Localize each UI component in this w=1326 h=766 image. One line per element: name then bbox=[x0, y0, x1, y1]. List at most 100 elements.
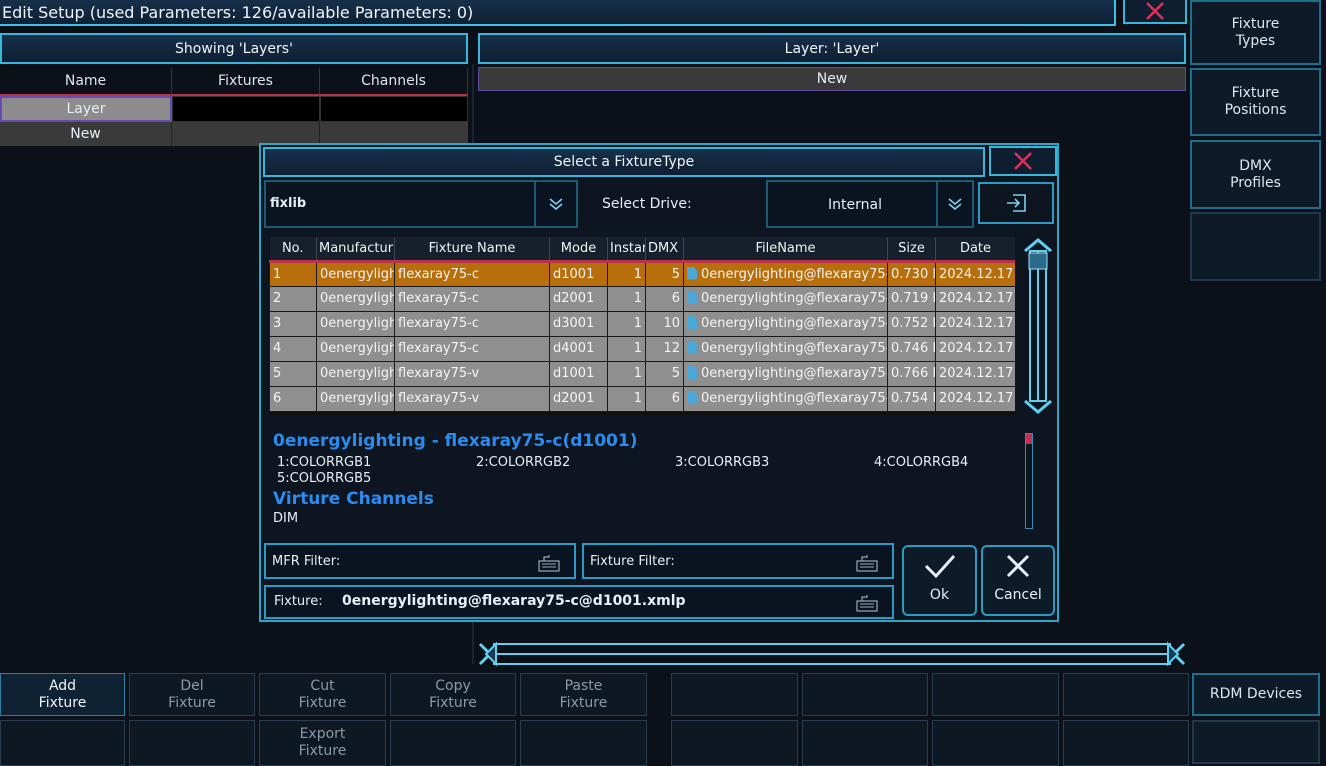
table-row[interactable]: 5 0energylight flexaray75-v d1001 1 5 0energyl… bbox=[269, 360, 1015, 387]
cell-filename[interactable]: 0energylighting@flexaray75- bbox=[683, 260, 888, 287]
cell-manufacturer[interactable]: 0energylight bbox=[316, 360, 395, 387]
cell-date[interactable]: 2024.12.17 bbox=[935, 260, 1015, 287]
cell-manufacturer[interactable]: 0energylight bbox=[316, 310, 395, 337]
cell-date[interactable]: 2024.12.17 bbox=[935, 285, 1015, 312]
cell-dmx[interactable]: 5 bbox=[645, 360, 684, 387]
column-header-manufacturer[interactable]: Manufactur bbox=[316, 237, 395, 263]
column-header-size[interactable]: Size bbox=[887, 237, 936, 263]
cell-filename[interactable]: 0energylighting@flexaray75- bbox=[683, 360, 888, 387]
cell-instances[interactable]: 1 bbox=[607, 385, 646, 412]
cell-date[interactable]: 2024.12.17 bbox=[935, 385, 1015, 412]
column-header-dmx[interactable]: DMX F bbox=[645, 237, 684, 263]
cut-fixture-button[interactable]: Cut Fixture bbox=[259, 673, 386, 716]
cell-date[interactable]: 2024.12.17 bbox=[935, 310, 1015, 337]
cell-mode[interactable]: d2001 bbox=[549, 385, 608, 412]
column-header-instances[interactable]: Instar bbox=[607, 237, 646, 263]
column-header-fixture-name[interactable]: Fixture Name bbox=[394, 237, 550, 263]
table-vertical-scrollbar[interactable] bbox=[1021, 237, 1055, 415]
cell-fixture-name[interactable]: flexaray75-v bbox=[394, 360, 550, 387]
cell-size[interactable]: 0.766 K bbox=[887, 360, 936, 387]
cell-filename[interactable]: 0energylighting@flexaray75- bbox=[683, 285, 888, 312]
cell-fixture-name[interactable]: flexaray75-c bbox=[394, 335, 550, 362]
cell-dmx[interactable]: 6 bbox=[645, 285, 684, 312]
info-scrollbar[interactable] bbox=[1025, 433, 1033, 529]
sidebar-item-fixture-types[interactable]: Fixture Types bbox=[1190, 0, 1321, 65]
cell-instances[interactable]: 1 bbox=[607, 335, 646, 362]
column-header-mode[interactable]: Mode bbox=[549, 237, 608, 263]
keyboard-icon[interactable] bbox=[856, 554, 878, 572]
cell-fixture-name[interactable]: flexaray75-c bbox=[394, 285, 550, 312]
cell-instances[interactable]: 1 bbox=[607, 260, 646, 287]
cell-filename[interactable]: 0energylighting@flexaray75- bbox=[683, 310, 888, 337]
cell-mode[interactable]: d3001 bbox=[549, 310, 608, 337]
cell-dmx[interactable]: 10 bbox=[645, 310, 684, 337]
copy-fixture-button[interactable]: Copy Fixture bbox=[390, 673, 516, 716]
cell-date[interactable]: 2024.12.17 bbox=[935, 335, 1015, 362]
table-row[interactable]: 3 0energylight flexaray75-c d3001 1 10 0energy… bbox=[269, 310, 1015, 337]
cell-size[interactable]: 0.752 K bbox=[887, 310, 936, 337]
cell-no[interactable]: 6 bbox=[269, 385, 317, 412]
window-close-button[interactable] bbox=[1123, 0, 1187, 24]
cell-fixture-name[interactable]: flexaray75-c bbox=[394, 310, 550, 337]
cell-instances[interactable]: 1 bbox=[607, 310, 646, 337]
cancel-button[interactable]: Cancel bbox=[981, 545, 1055, 616]
column-header-name[interactable]: Name bbox=[0, 68, 172, 96]
cell-size[interactable]: 0.746 K bbox=[887, 335, 936, 362]
cell-no[interactable]: 4 bbox=[269, 335, 317, 362]
library-dropdown-button[interactable] bbox=[534, 182, 576, 226]
table-row[interactable]: 6 0energylight flexaray75-v d2001 1 6 0energyl… bbox=[269, 385, 1015, 412]
cell-mode[interactable]: d2001 bbox=[549, 285, 608, 312]
cell-manufacturer[interactable]: 0energylight bbox=[316, 335, 395, 362]
mfr-filter-input[interactable]: MFR Filter: bbox=[264, 543, 576, 579]
cell-dmx[interactable]: 12 bbox=[645, 335, 684, 362]
column-header-filename[interactable]: FileName bbox=[683, 237, 888, 263]
cell-filename[interactable]: 0energylighting@flexaray75- bbox=[683, 335, 888, 362]
cell-mode[interactable]: d1001 bbox=[549, 260, 608, 287]
cell-fixture-name[interactable]: flexaray75-v bbox=[394, 385, 550, 412]
del-fixture-button[interactable]: Del Fixture bbox=[129, 673, 255, 716]
cell-filename[interactable]: 0energylighting@flexaray75- bbox=[683, 385, 888, 412]
fixture-filter-input[interactable]: Fixture Filter: bbox=[582, 543, 894, 579]
layer-name-cell[interactable]: Layer bbox=[0, 96, 172, 122]
cell-no[interactable]: 5 bbox=[269, 360, 317, 387]
drive-select[interactable]: Internal bbox=[766, 180, 974, 228]
cell-size[interactable]: 0.754 K bbox=[887, 385, 936, 412]
table-row[interactable]: 4 0energylight flexaray75-c d4001 1 12 0energy… bbox=[269, 335, 1015, 362]
cell-no[interactable]: 1 bbox=[269, 260, 317, 287]
export-button[interactable] bbox=[978, 182, 1054, 224]
layer-channels-cell[interactable] bbox=[320, 96, 468, 122]
table-row[interactable]: 2 0energylight flexaray75-c d2001 1 6 0energyl… bbox=[269, 285, 1015, 312]
layer-fixtures-cell[interactable] bbox=[172, 96, 320, 122]
cell-no[interactable]: 3 bbox=[269, 310, 317, 337]
sidebar-item-fixture-positions[interactable]: Fixture Positions bbox=[1190, 68, 1321, 136]
sidebar-item-rdm-devices[interactable]: RDM Devices bbox=[1192, 673, 1320, 716]
keyboard-icon[interactable] bbox=[538, 554, 560, 572]
column-header-date[interactable]: Date bbox=[935, 237, 1015, 263]
cell-size[interactable]: 0.719 K bbox=[887, 285, 936, 312]
column-header-no[interactable]: No. bbox=[269, 237, 317, 263]
keyboard-icon[interactable] bbox=[856, 594, 878, 612]
cell-date[interactable]: 2024.12.17 bbox=[935, 360, 1015, 387]
cell-instances[interactable]: 1 bbox=[607, 285, 646, 312]
sidebar-item-dmx-profiles[interactable]: DMX Profiles bbox=[1190, 140, 1321, 209]
ok-button[interactable]: Ok bbox=[902, 545, 977, 616]
table-row[interactable]: 1 0energylight flexaray75-c d1001 1 5 0energyl… bbox=[269, 260, 1015, 287]
cell-instances[interactable]: 1 bbox=[607, 360, 646, 387]
info-scrollbar-thumb[interactable] bbox=[1026, 434, 1032, 444]
cell-no[interactable]: 2 bbox=[269, 285, 317, 312]
cell-dmx[interactable]: 5 bbox=[645, 260, 684, 287]
scroll-down-icon[interactable] bbox=[1024, 399, 1052, 414]
new-fixture-row[interactable]: New bbox=[478, 67, 1186, 91]
cell-size[interactable]: 0.730 K bbox=[887, 260, 936, 287]
cell-manufacturer[interactable]: 0energylight bbox=[316, 285, 395, 312]
cell-manufacturer[interactable]: 0energylight bbox=[316, 260, 395, 287]
cell-fixture-name[interactable]: flexaray75-c bbox=[394, 260, 550, 287]
drive-dropdown-button[interactable] bbox=[936, 182, 972, 226]
cell-mode[interactable]: d1001 bbox=[549, 360, 608, 387]
dialog-close-button[interactable] bbox=[989, 146, 1057, 176]
cell-manufacturer[interactable]: 0energylight bbox=[316, 385, 395, 412]
column-header-channels[interactable]: Channels bbox=[320, 68, 468, 96]
cell-dmx[interactable]: 6 bbox=[645, 385, 684, 412]
new-layer-cell[interactable]: New bbox=[0, 122, 172, 146]
fixture-name-input[interactable]: Fixture: 0energylighting@flexaray75-c@d1… bbox=[264, 585, 894, 619]
